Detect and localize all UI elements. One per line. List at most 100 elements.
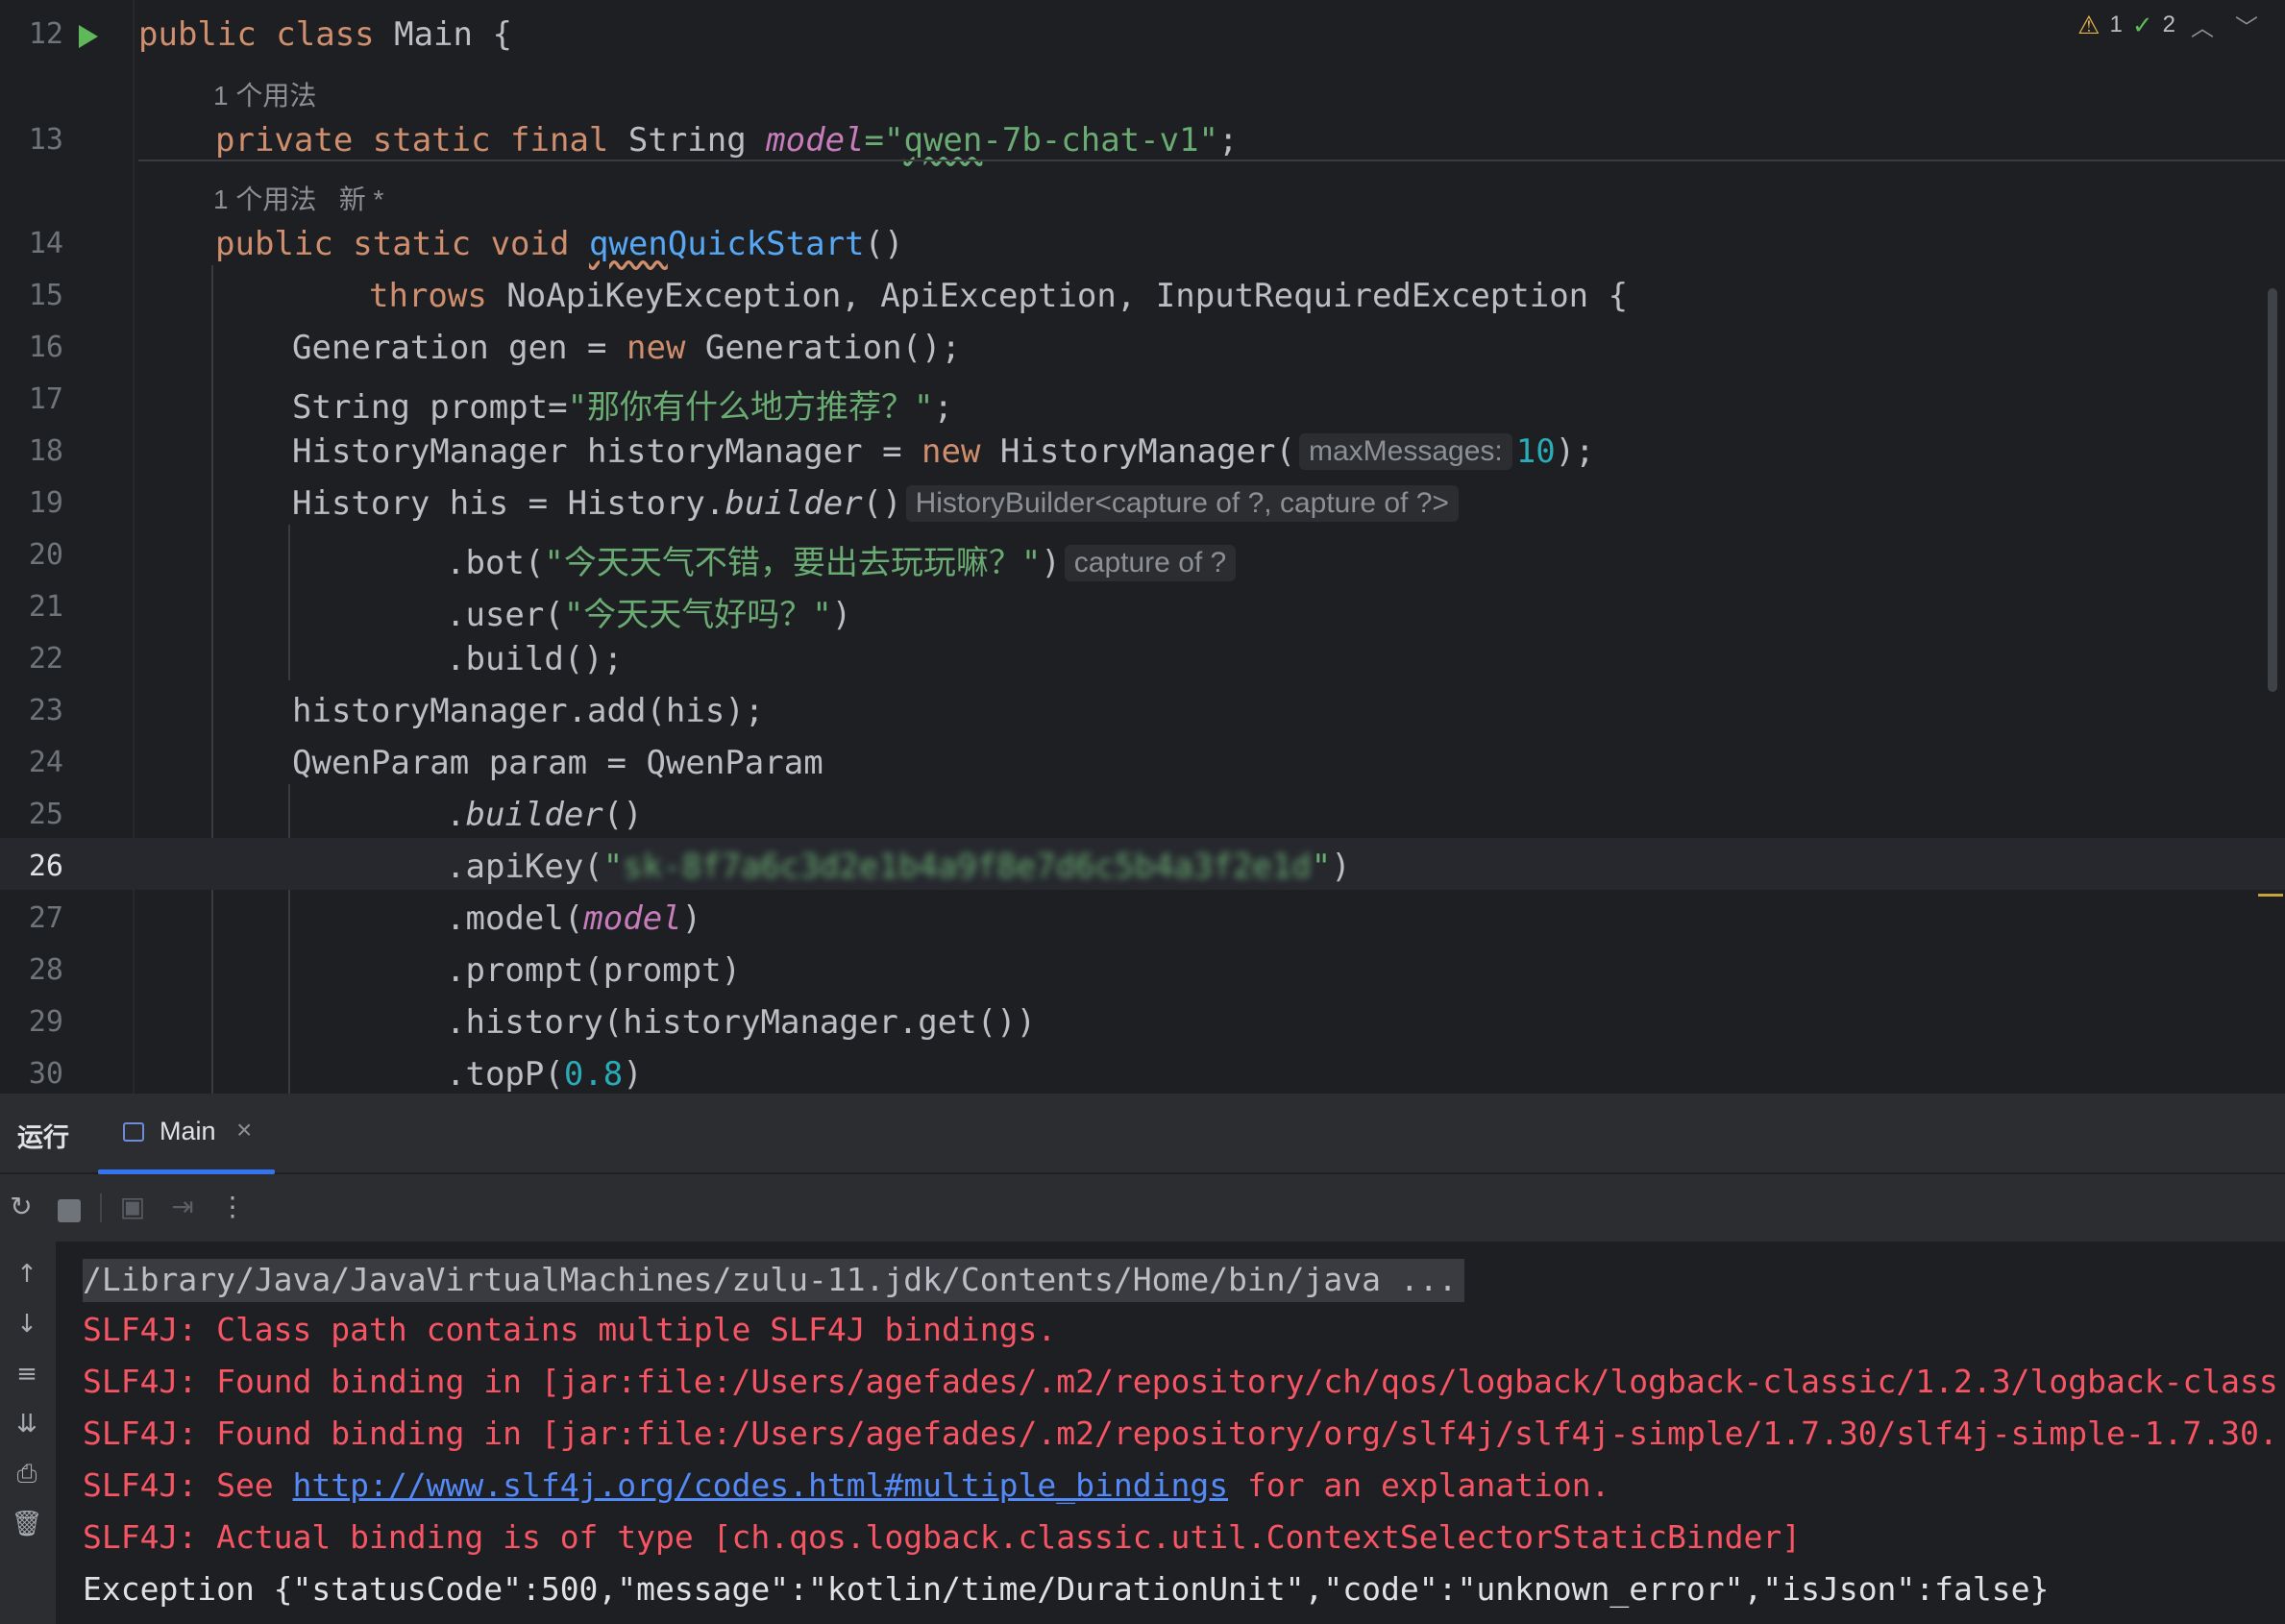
usage-hint[interactable]: 1 个用法 新 * bbox=[213, 179, 383, 217]
line-number: 27 bbox=[28, 901, 63, 935]
code-text: HistoryManager historyManager = new Hist… bbox=[292, 432, 1595, 471]
usage-hint-row[interactable]: 1 个用法 新 * bbox=[0, 163, 2285, 215]
editor-scrollbar[interactable] bbox=[2268, 288, 2277, 692]
more-icon[interactable]: ⋮ bbox=[215, 1190, 250, 1224]
close-icon[interactable]: × bbox=[236, 1115, 252, 1145]
type-hint: HistoryBuilder<capture of ?, capture of … bbox=[905, 485, 1459, 522]
code-text: private static final String model="qwen-… bbox=[215, 121, 1239, 160]
line-number: 18 bbox=[28, 434, 63, 468]
line-number: 24 bbox=[28, 746, 63, 779]
console-command-line[interactable]: /Library/Java/JavaVirtualMachines/zulu-1… bbox=[83, 1259, 1465, 1302]
stop-icon[interactable] bbox=[58, 1199, 81, 1222]
code-text: public class Main { bbox=[138, 15, 512, 54]
console-line: SLF4J: See http://www.slf4j.org/codes.ht… bbox=[83, 1466, 1610, 1504]
code-text: .prompt(prompt) bbox=[446, 951, 742, 990]
tab-label: Main bbox=[160, 1117, 216, 1145]
parameter-hint: maxMessages: bbox=[1298, 433, 1512, 470]
arrow-up-icon[interactable]: ↑ bbox=[10, 1257, 44, 1292]
code-text: .build(); bbox=[446, 640, 624, 678]
code-text: .topP(0.8) bbox=[446, 1055, 643, 1094]
code-line[interactable]: 14 public static void qwenQuickStart() bbox=[0, 215, 2285, 267]
line-number: 13 bbox=[28, 123, 63, 157]
line-number: 17 bbox=[28, 382, 63, 416]
line-number: 16 bbox=[28, 331, 63, 364]
redacted-api-key: sk-8f7a6c3d2e1b4a9f8e7d6c5b4a3f2e1d bbox=[623, 848, 1312, 886]
code-text: public static void qwenQuickStart() bbox=[215, 225, 904, 263]
type-hint: capture of ? bbox=[1064, 545, 1237, 581]
code-text: .user("今天天气好吗？") bbox=[446, 596, 852, 634]
line-number: 28 bbox=[28, 953, 63, 987]
screenshot-icon[interactable]: ▣ bbox=[115, 1190, 150, 1224]
code-line[interactable]: 16 Generation gen = new Generation(); bbox=[0, 319, 2285, 371]
code-line[interactable]: 29 .history(historyManager.get()) bbox=[0, 994, 2285, 1046]
code-text: historyManager.add(his); bbox=[292, 692, 765, 730]
code-line[interactable]: 27 .model(model) bbox=[0, 890, 2285, 942]
line-number: 20 bbox=[28, 538, 63, 572]
code-line-current[interactable]: 26 .apiKey("sk-8f7a6c3d2e1b4a9f8e7d6c5b4… bbox=[0, 838, 2285, 890]
tab-main[interactable]: Main × bbox=[98, 1094, 275, 1174]
line-number: 12 bbox=[28, 17, 63, 51]
code-line[interactable]: 30 .topP(0.8) bbox=[0, 1046, 2285, 1094]
code-text: .history(historyManager.get()) bbox=[446, 1003, 1037, 1042]
error-stripe-marker[interactable] bbox=[2258, 894, 2283, 897]
scroll-to-end-icon[interactable]: ⇊ bbox=[10, 1407, 44, 1441]
line-number: 22 bbox=[28, 642, 63, 676]
line-number: 26 bbox=[28, 849, 63, 883]
code-editor[interactable]: ⚠ 1 ✓ 2 ︿ ﹀ 12 public class Main { 1 个用法… bbox=[0, 0, 2285, 1094]
line-number: 29 bbox=[28, 1005, 63, 1039]
console-side-toolbar: ↑ ↓ ≡ ⇊ ⎙ 🗑 bbox=[0, 1242, 56, 1624]
arrow-down-icon[interactable]: ↓ bbox=[10, 1307, 44, 1341]
code-line[interactable]: 23 historyManager.add(his); bbox=[0, 682, 2285, 734]
code-line[interactable]: 19 History his = History.builder() Histor… bbox=[0, 475, 2285, 527]
run-tab-bar: 运行 Main × bbox=[0, 1094, 2285, 1174]
run-toolbar: ↻ ▣ ⇥ ⋮ bbox=[0, 1174, 2285, 1242]
console-output[interactable]: /Library/Java/JavaVirtualMachines/zulu-1… bbox=[56, 1242, 2285, 1624]
code-text: .model(model) bbox=[446, 899, 702, 938]
export-icon[interactable]: ⇥ bbox=[165, 1190, 200, 1224]
code-line[interactable]: 24 QwenParam param = QwenParam bbox=[0, 734, 2285, 786]
soft-wrap-icon[interactable]: ≡ bbox=[10, 1357, 44, 1391]
code-text: History his = History.builder() HistoryBu… bbox=[292, 484, 1462, 523]
console-line: SLF4J: Class path contains multiple SLF4… bbox=[83, 1311, 1057, 1348]
code-text: Generation gen = new Generation(); bbox=[292, 329, 961, 367]
code-line[interactable]: 20 .bot("今天天气不错，要出去玩玩嘛？") capture of ? bbox=[0, 527, 2285, 582]
line-number: 25 bbox=[28, 798, 63, 831]
code-text: .builder() bbox=[446, 796, 643, 834]
run-tool-window: 运行 Main × ↻ ▣ ⇥ ⋮ ↑ ↓ ≡ ⇊ ⎙ 🗑 /Library/J… bbox=[0, 1094, 2285, 1624]
line-number: 23 bbox=[28, 694, 63, 727]
method-separator bbox=[138, 160, 2285, 161]
line-number: 14 bbox=[28, 227, 63, 260]
console-line: SLF4J: Actual binding is of type [ch.qos… bbox=[83, 1518, 1802, 1556]
code-line[interactable]: 13 private static final String model="qw… bbox=[0, 111, 2285, 163]
console-icon bbox=[123, 1122, 144, 1142]
usage-hint-row[interactable]: 1 个用法 bbox=[0, 60, 2285, 111]
line-number: 21 bbox=[28, 590, 63, 624]
code-line[interactable]: 12 public class Main { bbox=[0, 6, 2285, 58]
slf4j-link[interactable]: http://www.slf4j.org/codes.html#multiple… bbox=[293, 1466, 1229, 1504]
toolbar-separator bbox=[100, 1193, 102, 1222]
code-line[interactable]: 28 .prompt(prompt) bbox=[0, 942, 2285, 994]
console-line: SLF4J: Found binding in [jar:file:/Users… bbox=[83, 1415, 2278, 1452]
console-line: SLF4J: Found binding in [jar:file:/Users… bbox=[83, 1363, 2278, 1400]
run-icon[interactable] bbox=[79, 25, 98, 48]
line-number: 30 bbox=[28, 1057, 63, 1091]
line-number: 19 bbox=[28, 486, 63, 520]
line-number: 15 bbox=[28, 279, 63, 312]
console-line: Exception {"statusCode":500,"message":"k… bbox=[83, 1570, 2050, 1608]
code-line[interactable]: 17 String prompt="那你有什么地方推荐？"; bbox=[0, 371, 2285, 427]
code-line[interactable]: 25 .builder() bbox=[0, 786, 2285, 838]
code-text: throws NoApiKeyException, ApiException, … bbox=[369, 277, 1629, 315]
code-line[interactable]: 22 .build(); bbox=[0, 630, 2285, 682]
usage-hint[interactable]: 1 个用法 bbox=[213, 75, 316, 113]
code-text: QwenParam param = QwenParam bbox=[292, 744, 823, 782]
code-line[interactable]: 15 throws NoApiKeyException, ApiExceptio… bbox=[0, 267, 2285, 319]
code-text: .apiKey("sk-8f7a6c3d2e1b4a9f8e7d6c5b4a3f… bbox=[446, 848, 1351, 886]
code-text: .bot("今天天气不错，要出去玩玩嘛？") capture of ? bbox=[446, 536, 1240, 583]
rerun-icon[interactable]: ↻ bbox=[4, 1190, 38, 1224]
clear-icon[interactable]: 🗑 bbox=[10, 1507, 44, 1541]
code-text: String prompt="那你有什么地方推荐？"; bbox=[292, 388, 954, 427]
run-panel-title: 运行 bbox=[17, 1123, 69, 1152]
code-line[interactable]: 21 .user("今天天气好吗？") bbox=[0, 578, 2285, 634]
code-line[interactable]: 18 HistoryManager historyManager = new H… bbox=[0, 423, 2285, 475]
print-icon[interactable]: ⎙ bbox=[10, 1457, 44, 1491]
